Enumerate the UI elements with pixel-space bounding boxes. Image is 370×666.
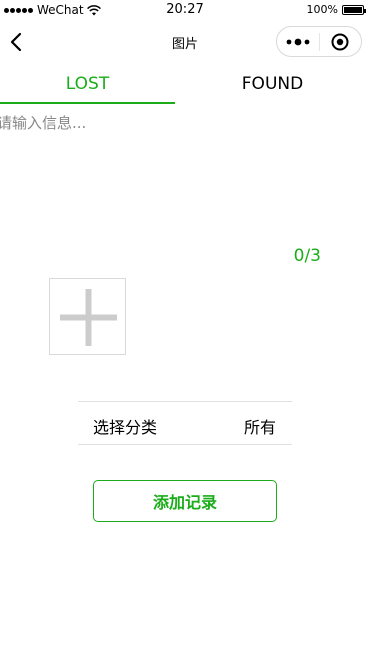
battery-fill xyxy=(344,6,362,13)
status-bar: WeChat 20:27 100% xyxy=(0,0,370,20)
tab-lost[interactable]: LOST xyxy=(0,64,175,104)
status-right: 100% xyxy=(306,3,366,16)
tab-found[interactable]: FOUND xyxy=(175,64,370,104)
more-button[interactable] xyxy=(277,27,319,56)
category-value: 所有 xyxy=(243,418,276,437)
category-picker[interactable]: 选择分类 所有 xyxy=(78,401,292,445)
tab-bar: LOST FOUND xyxy=(0,64,370,104)
close-circle-icon xyxy=(331,33,349,50)
add-record-button[interactable]: 添加记录 xyxy=(93,480,277,522)
more-dots-icon xyxy=(286,38,310,45)
category-label: 选择分类 xyxy=(93,418,158,437)
navigation-bar: 图片 xyxy=(0,20,370,64)
plus-icon xyxy=(60,289,117,346)
battery-percentage: 100% xyxy=(306,3,338,16)
close-button[interactable] xyxy=(320,27,361,56)
info-input[interactable] xyxy=(0,112,357,232)
add-image-button[interactable] xyxy=(49,278,126,355)
mini-program-capsule xyxy=(276,26,362,57)
battery-icon xyxy=(342,4,366,15)
image-count: 0/3 xyxy=(293,246,321,266)
